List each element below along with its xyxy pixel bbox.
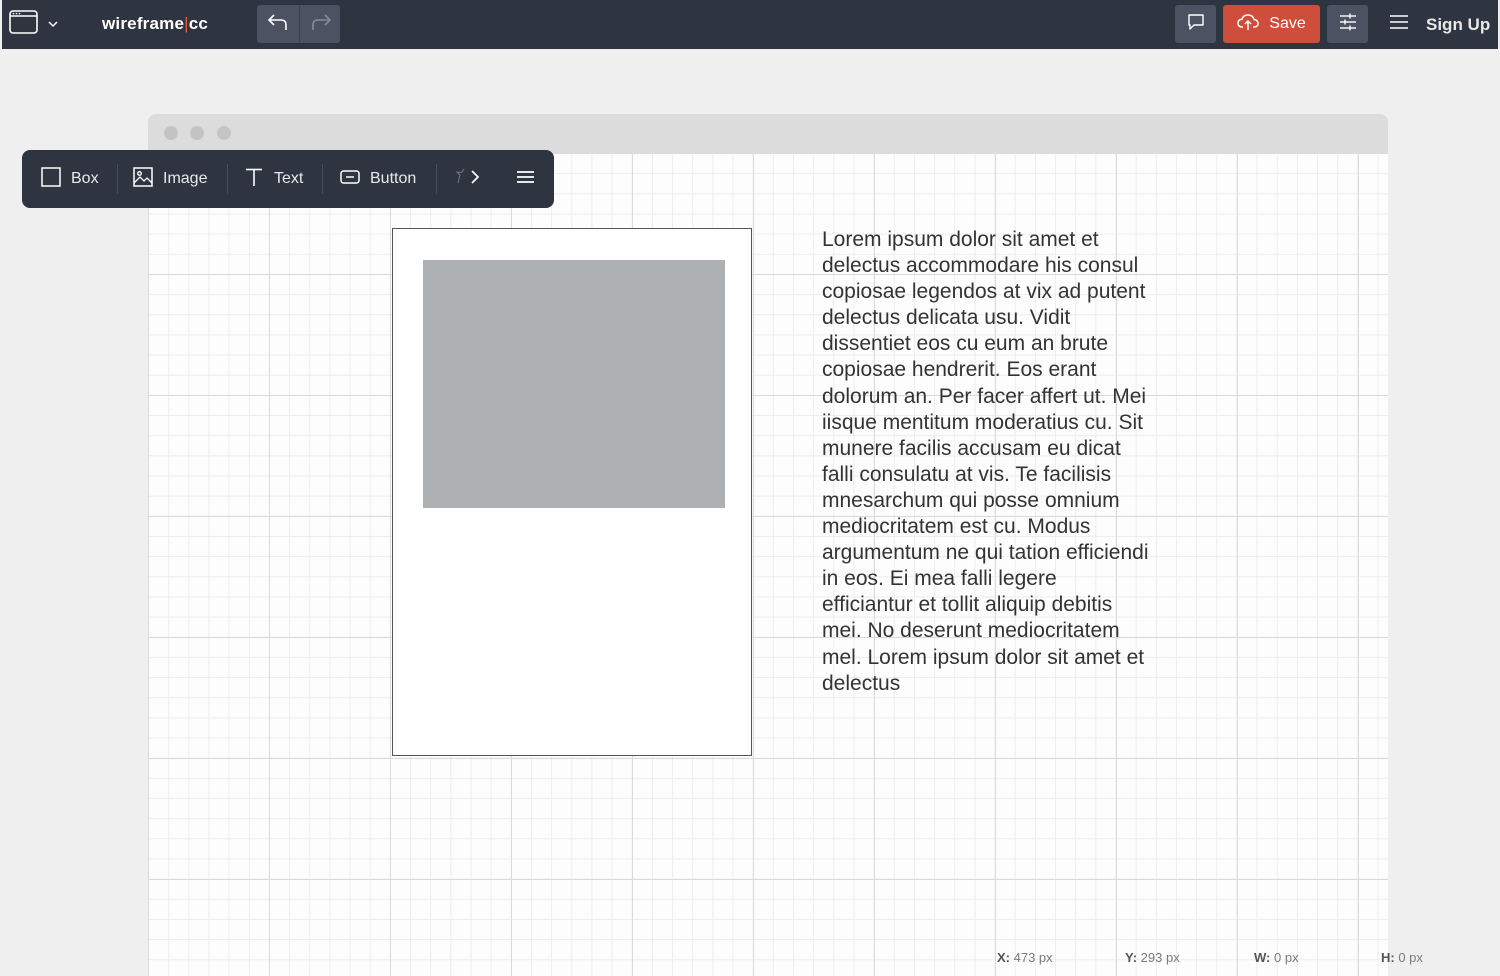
undo-button[interactable] <box>257 5 298 43</box>
toolbar-divider <box>436 164 437 194</box>
chevron-right-icon <box>452 167 486 192</box>
element-toolbar: Box Image Text Button <box>22 150 554 208</box>
sign-up-link[interactable]: Sign Up <box>1426 15 1490 35</box>
browser-window-icon[interactable] <box>9 10 38 34</box>
toolbar-divider <box>117 164 118 194</box>
redo-button[interactable] <box>299 5 341 43</box>
status-h-label: H: <box>1381 950 1395 965</box>
canvas-frame-header <box>148 114 1388 154</box>
toolbar-text-label: Text <box>274 170 304 187</box>
chevron-down-icon[interactable] <box>46 17 60 29</box>
frame-dot <box>217 126 231 140</box>
save-label: Save <box>1269 15 1306 32</box>
redo-arrow-icon <box>310 12 332 37</box>
status-y: Y: 293 px <box>1125 950 1180 965</box>
toolbar-image-button[interactable]: Image <box>133 150 207 208</box>
frame-dot <box>190 126 204 140</box>
toolbar-button-button[interactable]: Button <box>340 150 416 208</box>
wireframe-image-placeholder[interactable] <box>423 260 725 508</box>
hamburger-menu-icon <box>1389 14 1409 35</box>
status-y-label: Y: <box>1125 950 1138 965</box>
top-bar: wireframe|cc Save Sign Up <box>2 0 1498 49</box>
toolbar-image-label: Image <box>163 170 208 187</box>
wireframe-text-element[interactable]: Lorem ipsum dolor sit amet et delectus a… <box>822 227 1152 697</box>
save-button[interactable]: Save <box>1223 5 1320 43</box>
wireframe-box-element[interactable] <box>392 228 752 756</box>
status-x-label: X: <box>997 950 1010 965</box>
text-icon <box>244 167 264 192</box>
logo-text-right: cc <box>188 14 209 33</box>
status-x: X: 473 px <box>997 950 1053 965</box>
status-h-value: 0 px <box>1398 950 1423 965</box>
status-x-value: 473 px <box>1013 950 1053 965</box>
settings-button[interactable] <box>1327 5 1368 43</box>
comment-button[interactable] <box>1175 5 1216 43</box>
toolbar-menu-button[interactable] <box>516 150 535 208</box>
undo-arrow-icon <box>267 12 289 37</box>
logo-text-left: wireframe <box>102 14 185 33</box>
main-menu-button[interactable] <box>1387 11 1411 37</box>
toolbar-more-button[interactable] <box>452 150 486 208</box>
wireframe-canvas[interactable]: Lorem ipsum dolor sit amet et delectus a… <box>148 154 1388 976</box>
hamburger-menu-icon <box>516 170 535 189</box>
toolbar-divider <box>322 164 323 194</box>
toolbar-box-button[interactable]: Box <box>41 150 99 208</box>
comment-icon <box>1186 12 1206 37</box>
status-y-value: 293 px <box>1140 950 1180 965</box>
status-w-value: 0 px <box>1274 950 1299 965</box>
toolbar-divider <box>227 164 228 194</box>
sliders-icon <box>1338 12 1358 37</box>
app-logo[interactable]: wireframe|cc <box>102 14 208 34</box>
toolbar-button-label: Button <box>370 170 417 187</box>
frame-dot <box>164 126 178 140</box>
undo-redo-group <box>257 5 340 43</box>
toolbar-text-button[interactable]: Text <box>244 150 303 208</box>
button-icon <box>340 169 360 190</box>
cloud-upload-icon <box>1237 13 1260 36</box>
box-icon <box>41 166 61 192</box>
status-w-label: W: <box>1254 950 1271 965</box>
status-h: H: 0 px <box>1381 950 1423 965</box>
image-icon <box>133 166 153 192</box>
toolbar-box-label: Box <box>71 170 99 187</box>
status-w: W: 0 px <box>1254 950 1299 965</box>
